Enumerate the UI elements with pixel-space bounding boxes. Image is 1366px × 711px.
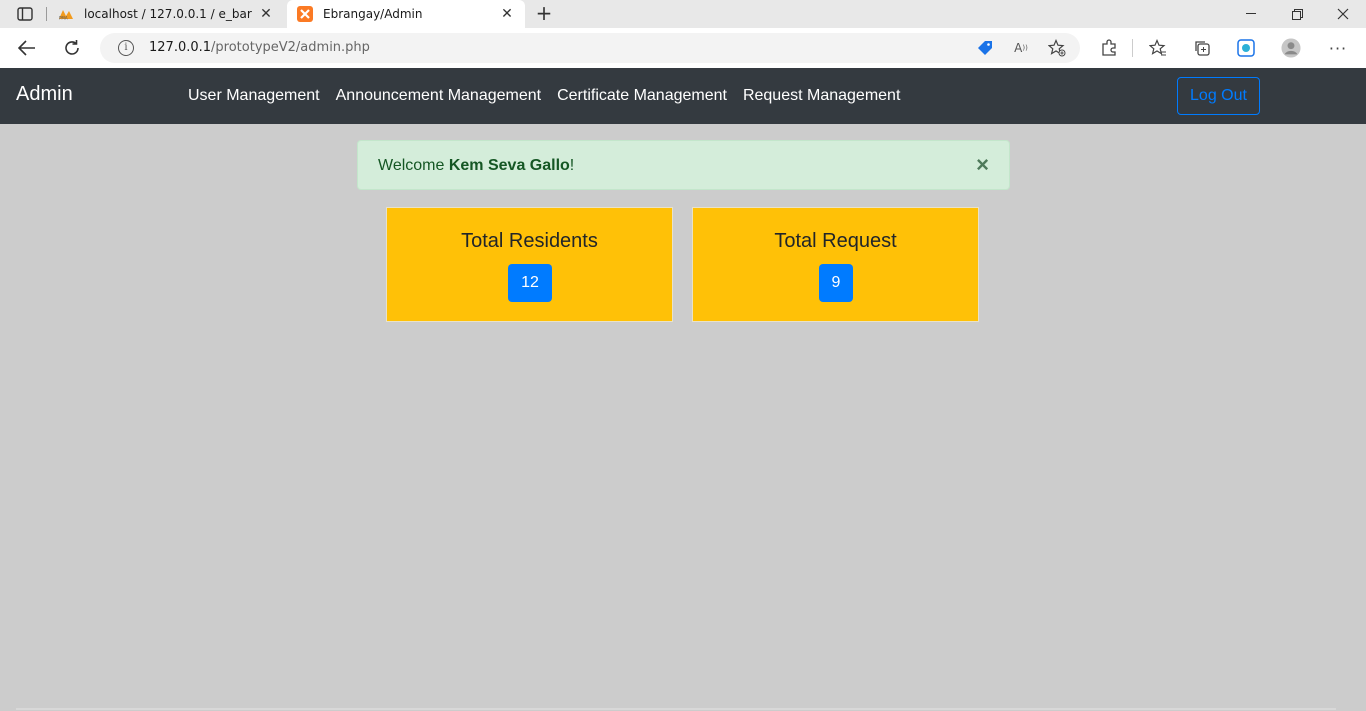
nav-link-announcement-management[interactable]: Announcement Management — [328, 87, 549, 105]
favorites-icon[interactable] — [1148, 38, 1168, 58]
url-text[interactable]: 127.0.0.1/prototypeV2/admin.php — [149, 40, 370, 55]
browser-toolbar: i 127.0.0.1/prototypeV2/admin.php A)) ··… — [0, 28, 1366, 68]
close-tab-icon[interactable]: ✕ — [258, 6, 274, 22]
tab-title: localhost / 127.0.0.1 / e_barangay — [84, 7, 252, 21]
extensions-icon[interactable] — [1099, 38, 1119, 58]
nav-link-certificate-management[interactable]: Certificate Management — [549, 87, 735, 105]
card-title: Total Residents — [461, 230, 598, 252]
toolbar-divider — [1132, 39, 1133, 57]
close-tab-icon[interactable]: ✕ — [499, 6, 515, 22]
site-info-icon[interactable]: i — [118, 40, 134, 56]
browser-tab-phpmyadmin[interactable]: PMA localhost / 127.0.0.1 / e_barangay ✕ — [48, 0, 284, 28]
back-arrow-icon[interactable] — [15, 36, 39, 60]
total-residents-card: Total Residents 12 — [386, 207, 673, 322]
close-alert-icon[interactable]: × — [976, 154, 989, 176]
browser-tab-admin[interactable]: Ebrangay/Admin ✕ — [287, 0, 525, 28]
url-host: 127.0.0.1 — [149, 40, 212, 55]
refresh-icon[interactable] — [60, 36, 84, 60]
card-title: Total Request — [774, 230, 897, 252]
browser-tab-strip: PMA localhost / 127.0.0.1 / e_barangay ✕… — [0, 0, 1366, 28]
tab-actions-icon[interactable] — [10, 4, 40, 24]
app-navbar: Admin User Management Announcement Manag… — [0, 68, 1366, 124]
xampp-icon — [297, 6, 313, 22]
user-name: Kem Seva Gallo — [448, 157, 570, 174]
welcome-message: Welcome Kem Seva Gallo! — [378, 157, 574, 175]
nav-link-user-management[interactable]: User Management — [180, 87, 328, 105]
edge-copilot-icon[interactable] — [1236, 38, 1256, 58]
nav-links: User Management Announcement Management … — [180, 68, 908, 124]
navbar-brand[interactable]: Admin — [16, 83, 73, 106]
add-favorite-icon[interactable] — [1048, 39, 1066, 57]
welcome-alert: Welcome Kem Seva Gallo! × — [357, 140, 1010, 190]
address-bar[interactable]: i 127.0.0.1/prototypeV2/admin.php A)) — [100, 33, 1080, 63]
close-window-icon[interactable] — [1320, 0, 1366, 28]
tab-separator — [46, 7, 47, 21]
read-aloud-icon[interactable]: A)) — [1012, 39, 1030, 57]
more-options-icon[interactable]: ··· — [1328, 38, 1348, 58]
new-tab-icon[interactable]: + — [533, 3, 555, 25]
url-path: /prototypeV2/admin.php — [211, 40, 370, 55]
total-residents-badge: 12 — [508, 264, 552, 302]
bottom-divider — [16, 708, 1336, 710]
restore-icon[interactable] — [1274, 0, 1320, 28]
profile-avatar-icon[interactable] — [1281, 38, 1301, 58]
welcome-prefix: Welcome — [378, 157, 449, 174]
total-request-card: Total Request 9 — [692, 207, 979, 322]
total-request-badge: 9 — [819, 264, 853, 302]
shopping-tag-icon[interactable] — [976, 39, 994, 57]
minimize-icon[interactable] — [1228, 0, 1274, 28]
collections-icon[interactable] — [1192, 38, 1212, 58]
nav-link-request-management[interactable]: Request Management — [735, 87, 908, 105]
welcome-suffix: ! — [569, 157, 575, 174]
svg-text:PMA: PMA — [59, 16, 68, 21]
tab-title: Ebrangay/Admin — [323, 7, 423, 21]
phpmyadmin-icon: PMA — [58, 6, 74, 22]
logout-button[interactable]: Log Out — [1177, 77, 1260, 115]
